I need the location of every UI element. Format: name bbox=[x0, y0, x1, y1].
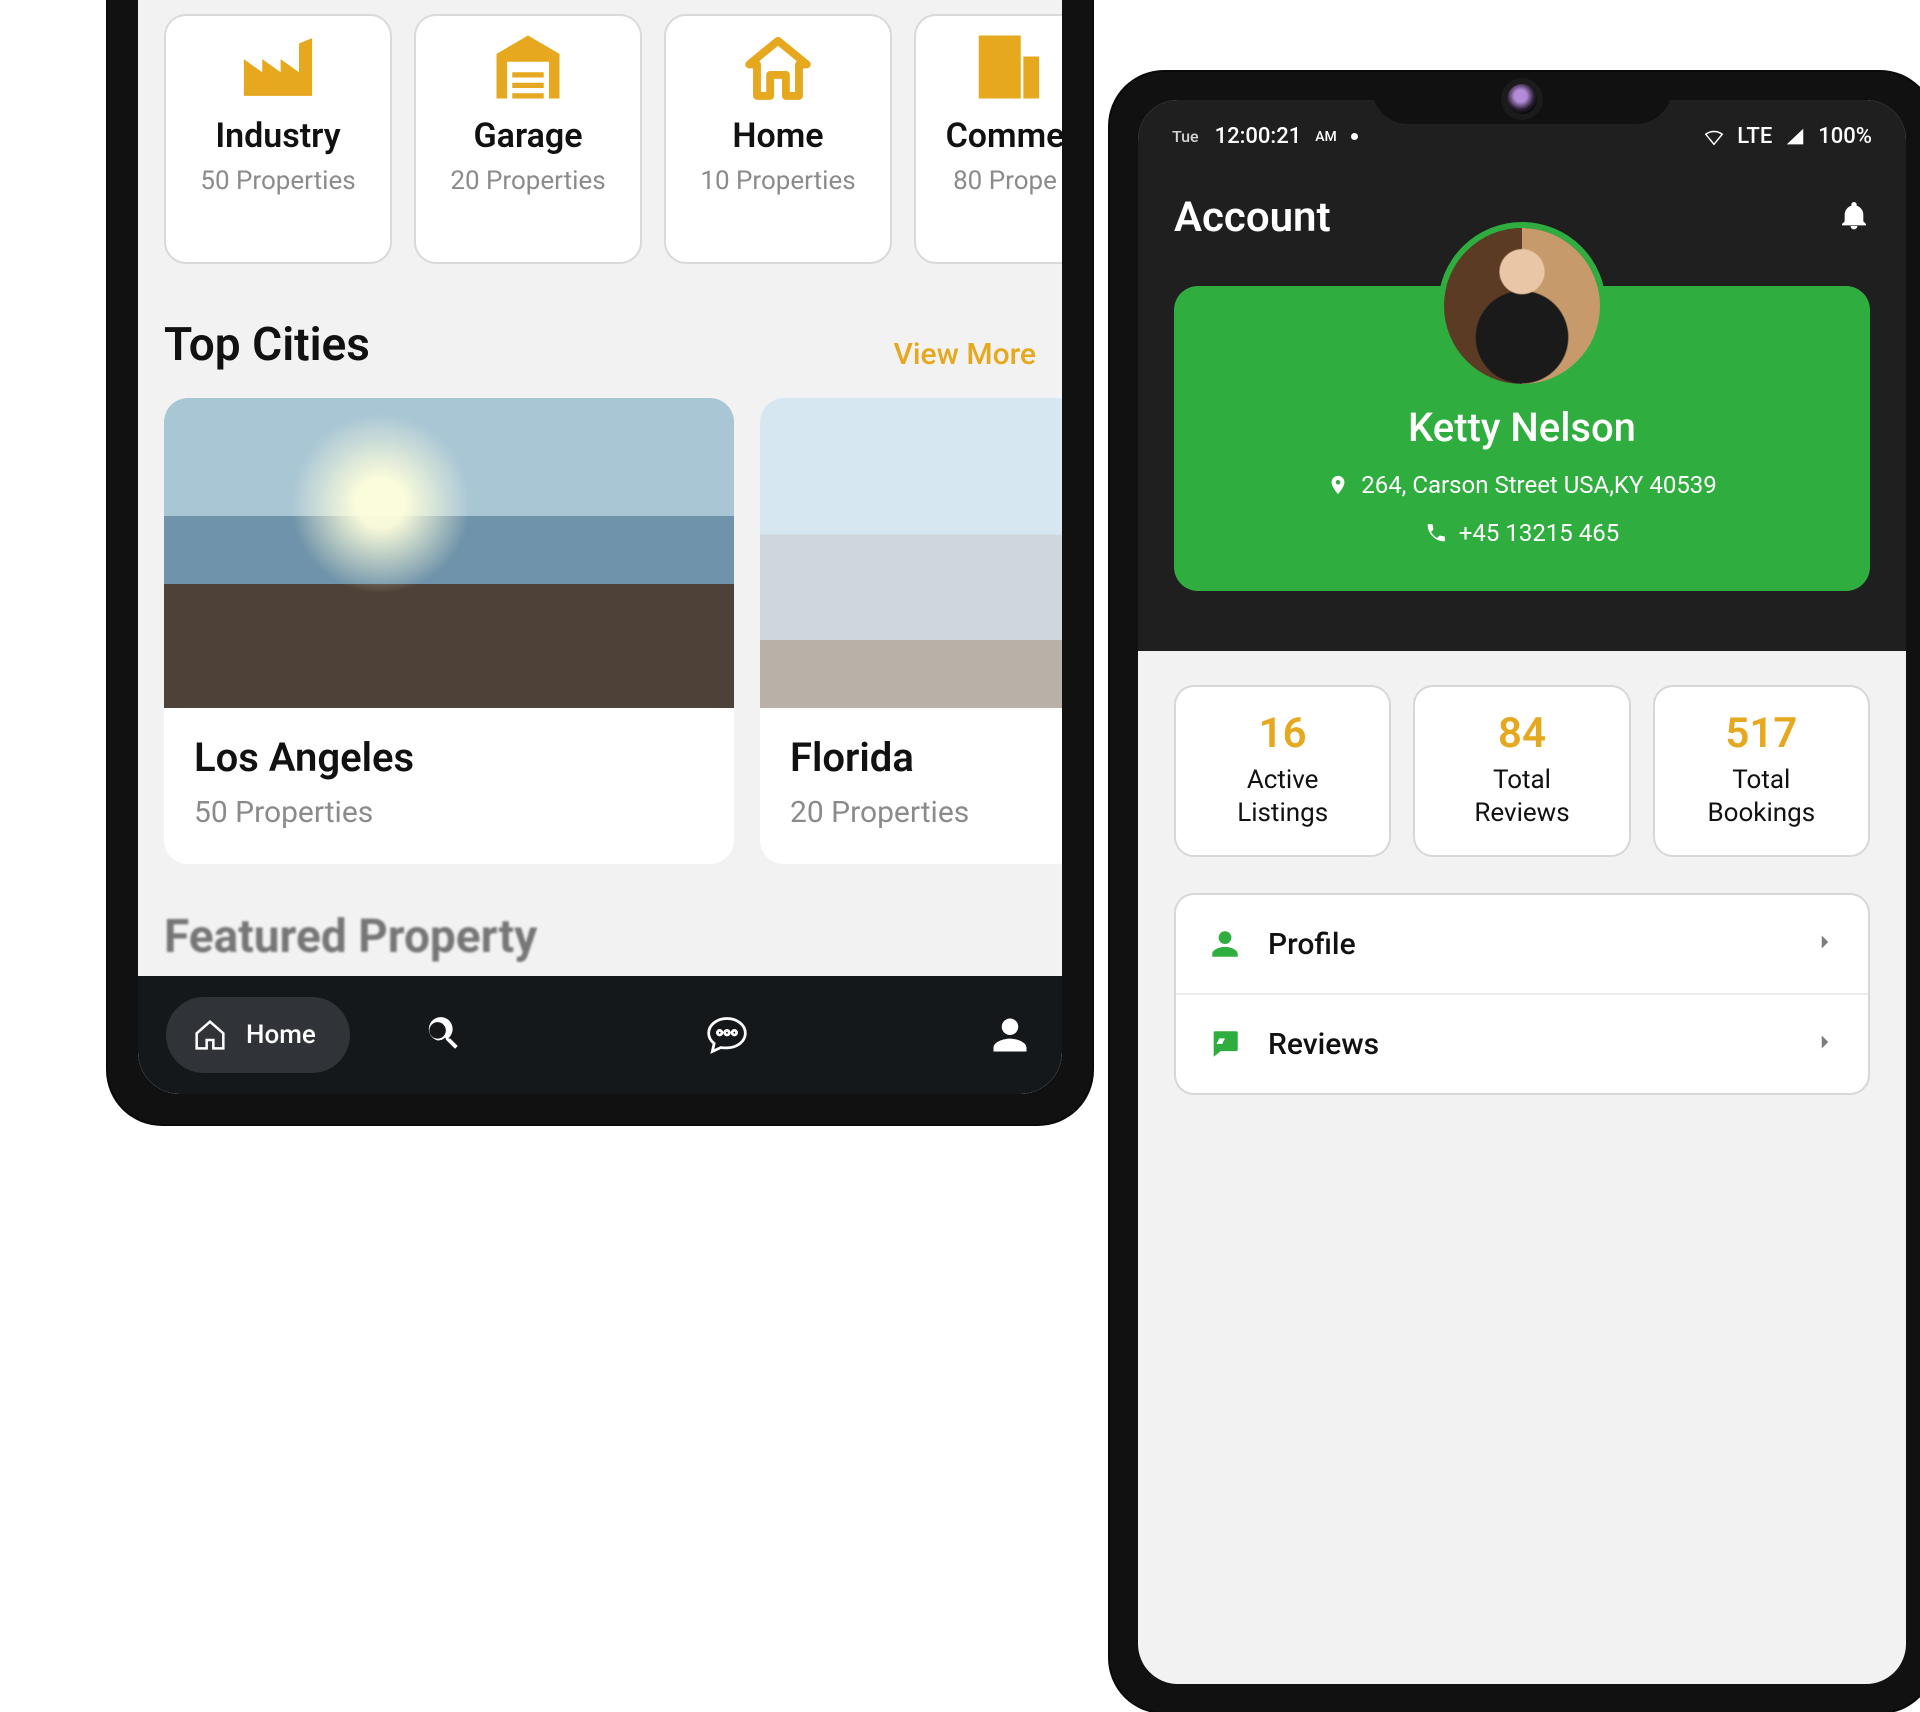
menu-label: Profile bbox=[1268, 927, 1356, 962]
home-icon bbox=[190, 1015, 230, 1055]
profile-card: Ketty Nelson 264, Carson Street USA,KY 4… bbox=[1174, 286, 1870, 591]
featured-property-heading: Featured Property bbox=[164, 910, 1036, 964]
status-dot-icon bbox=[1351, 133, 1358, 140]
profile-name: Ketty Nelson bbox=[1198, 404, 1846, 451]
search-icon bbox=[422, 1013, 466, 1057]
city-card-florida[interactable]: Florida 20 Properties bbox=[760, 398, 1062, 864]
stat-label: Total bbox=[1493, 765, 1551, 795]
phone-left-frame: Industry 50 Properties Garage 20 Propert… bbox=[108, 0, 1092, 1124]
status-time: 12:00:21 bbox=[1215, 124, 1302, 149]
category-title: Garage bbox=[474, 116, 583, 156]
signal-icon bbox=[1784, 126, 1806, 148]
stat-value: 517 bbox=[1665, 709, 1858, 758]
stat-total-bookings[interactable]: 517 TotalBookings bbox=[1653, 685, 1870, 857]
chat-icon bbox=[705, 1013, 749, 1057]
menu-item-reviews[interactable]: Reviews bbox=[1176, 993, 1868, 1093]
stat-value: 16 bbox=[1186, 709, 1379, 758]
nav-home-label: Home bbox=[246, 1020, 316, 1050]
city-image bbox=[164, 398, 734, 708]
profile-phone-line: +45 13215 465 bbox=[1198, 519, 1846, 547]
stat-label: Listings bbox=[1237, 798, 1328, 828]
status-ampm: AM bbox=[1315, 129, 1337, 145]
phone-camera bbox=[1507, 84, 1537, 114]
phone-icon bbox=[1425, 522, 1447, 544]
stat-label: Reviews bbox=[1474, 798, 1569, 828]
category-row: Industry 50 Properties Garage 20 Propert… bbox=[164, 14, 1036, 264]
stat-label: Total bbox=[1732, 765, 1790, 795]
city-image bbox=[760, 398, 1062, 708]
status-day: Tue bbox=[1172, 127, 1199, 146]
nav-chat[interactable] bbox=[703, 1011, 751, 1059]
stat-label: Active bbox=[1247, 765, 1319, 795]
city-name: Los Angeles bbox=[194, 734, 704, 781]
avatar[interactable] bbox=[1444, 228, 1600, 384]
stat-active-listings[interactable]: 16 ActiveListings bbox=[1174, 685, 1391, 857]
city-name: Florida bbox=[790, 734, 1050, 781]
category-sub: 20 Properties bbox=[450, 166, 605, 196]
stats-row: 16 ActiveListings 84 TotalReviews 517 To… bbox=[1174, 685, 1870, 857]
stat-value: 84 bbox=[1425, 709, 1618, 758]
profile-phone: +45 13215 465 bbox=[1459, 519, 1619, 547]
page-title: Account bbox=[1174, 193, 1331, 242]
menu-item-profile[interactable]: Profile bbox=[1176, 895, 1868, 993]
industry-icon bbox=[232, 24, 324, 110]
status-network: LTE bbox=[1737, 124, 1772, 149]
wifi-icon bbox=[1703, 126, 1725, 148]
pin-icon bbox=[1327, 474, 1349, 496]
building-icon bbox=[959, 24, 1051, 110]
bottom-navbar: Home bbox=[138, 976, 1062, 1094]
city-sub: 50 Properties bbox=[194, 795, 704, 830]
top-cities-heading: Top Cities bbox=[164, 318, 370, 372]
bell-icon bbox=[1838, 200, 1870, 232]
category-title: Industry bbox=[215, 116, 340, 156]
person-icon bbox=[1206, 925, 1244, 963]
phone-right-screen: Tue 12:00:21 AM LTE 100% Account bbox=[1138, 100, 1906, 1684]
city-card-los-angeles[interactable]: Los Angeles 50 Properties bbox=[164, 398, 734, 864]
notifications-button[interactable] bbox=[1838, 200, 1870, 236]
category-card-commerce[interactable]: Comme 80 Prope bbox=[914, 14, 1062, 264]
profile-address: 264, Carson Street USA,KY 40539 bbox=[1361, 471, 1717, 499]
menu-label: Reviews bbox=[1268, 1027, 1379, 1062]
category-card-home[interactable]: Home 10 Properties bbox=[664, 14, 892, 264]
status-battery: 100% bbox=[1818, 124, 1872, 149]
section-head-top-cities: Top Cities View More bbox=[164, 318, 1036, 372]
nav-profile[interactable] bbox=[986, 1011, 1034, 1059]
account-menu: Profile Reviews bbox=[1174, 893, 1870, 1095]
review-icon bbox=[1206, 1025, 1244, 1063]
nav-home[interactable]: Home bbox=[166, 997, 350, 1073]
city-sub: 20 Properties bbox=[790, 795, 1050, 830]
phone-left-screen: Industry 50 Properties Garage 20 Propert… bbox=[138, 0, 1062, 1094]
category-title: Comme bbox=[946, 116, 1062, 156]
stat-total-reviews[interactable]: 84 TotalReviews bbox=[1413, 685, 1630, 857]
person-icon bbox=[988, 1013, 1032, 1057]
category-sub: 80 Prope bbox=[953, 166, 1057, 196]
profile-address-line: 264, Carson Street USA,KY 40539 bbox=[1198, 471, 1846, 499]
nav-search[interactable] bbox=[420, 1011, 468, 1059]
category-title: Home bbox=[732, 116, 823, 156]
chevron-right-icon bbox=[1812, 929, 1838, 959]
stat-label: Bookings bbox=[1707, 798, 1815, 828]
view-more-link[interactable]: View More bbox=[894, 337, 1036, 372]
category-card-garage[interactable]: Garage 20 Properties bbox=[414, 14, 642, 264]
category-card-industry[interactable]: Industry 50 Properties bbox=[164, 14, 392, 264]
category-sub: 50 Properties bbox=[200, 166, 355, 196]
home-icon bbox=[732, 24, 824, 110]
garage-icon bbox=[482, 24, 574, 110]
chevron-right-icon bbox=[1812, 1029, 1838, 1059]
category-sub: 10 Properties bbox=[700, 166, 855, 196]
phone-right-frame: Tue 12:00:21 AM LTE 100% Account bbox=[1110, 72, 1920, 1712]
city-row[interactable]: Los Angeles 50 Properties Florida 20 Pro… bbox=[164, 398, 1036, 864]
